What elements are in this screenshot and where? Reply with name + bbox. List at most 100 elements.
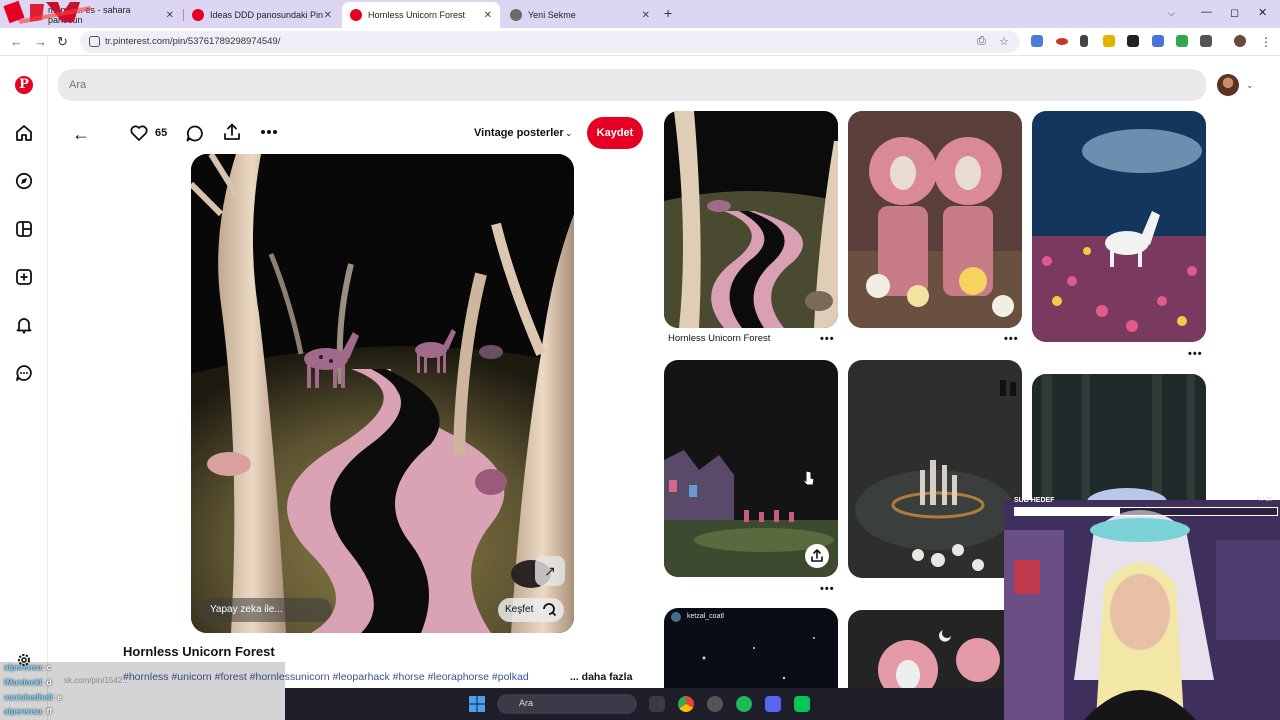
- tab-close-icon[interactable]: ✕: [484, 10, 492, 21]
- chat-message: iMurdockl: d: [4, 678, 52, 687]
- browser-tab[interactable]: Ideas DDD panosundaki Pin ✕: [184, 4, 340, 26]
- translate-extension-icon[interactable]: [1031, 35, 1043, 47]
- related-pin-image: [1032, 374, 1206, 514]
- bookmark-star-icon[interactable]: ☆: [999, 35, 1009, 48]
- board-select[interactable]: Vintage posterler: [474, 127, 564, 139]
- tab-label: Yeni Sekme: [528, 10, 576, 20]
- show-more-link[interactable]: ... daha fazla: [570, 671, 632, 683]
- task-view-icon[interactable]: [649, 696, 665, 712]
- chat-user: vanishedhell: [4, 693, 53, 702]
- search-input[interactable]: Ara: [58, 69, 1206, 101]
- forward-icon[interactable]: →: [34, 34, 47, 49]
- browser-tab[interactable]: Yeni Sekme ✕: [502, 4, 658, 26]
- extension-icon[interactable]: [1103, 35, 1115, 47]
- messages-icon[interactable]: [15, 364, 33, 382]
- ai-generated-pill[interactable]: Yapay zeka ile...: [200, 598, 332, 622]
- chat-text: : c: [41, 663, 52, 672]
- related-pin-tile[interactable]: [1032, 111, 1206, 342]
- subgoal-progress-fill: [1015, 508, 1120, 515]
- related-pin-author[interactable]: ketzal_coatl: [687, 613, 724, 620]
- app-icon[interactable]: [707, 696, 723, 712]
- save-button[interactable]: Kaydet: [587, 117, 643, 149]
- taskbar-search-input[interactable]: [497, 694, 637, 714]
- browser-menu-icon[interactable]: ⋮: [1260, 35, 1272, 49]
- related-pin-image: [1032, 111, 1206, 342]
- maximize-icon[interactable]: ◻: [1230, 6, 1239, 19]
- pinterest-sidebar: P: [0, 56, 48, 720]
- share-button[interactable]: [805, 544, 829, 568]
- heart-icon[interactable]: [130, 125, 148, 141]
- spotify-icon[interactable]: [736, 696, 752, 712]
- shield-extension-icon[interactable]: [1176, 35, 1188, 47]
- chat-message: alperensu: c: [4, 663, 51, 672]
- install-app-icon[interactable]: ⎙: [977, 35, 986, 48]
- home-icon[interactable]: [15, 124, 33, 142]
- chat-message: alperensu: ff: [4, 707, 52, 716]
- explore-icon[interactable]: [15, 172, 33, 190]
- window-close-icon[interactable]: ✕: [1258, 6, 1267, 19]
- chat-user: iMurdockl: [4, 678, 42, 687]
- subgoal-label: SUB HEDEF: [1014, 497, 1055, 504]
- ghost-url-text: sk.com/pin/1542...: [64, 676, 129, 685]
- discord-icon[interactable]: [765, 696, 781, 712]
- extension-icon[interactable]: [1127, 35, 1139, 47]
- chrome-newtab-icon: [510, 9, 522, 21]
- chevron-down-icon[interactable]: ⌄: [1246, 80, 1254, 91]
- comment-icon[interactable]: [186, 125, 204, 142]
- browser-tabstrip: meme ... es - sahara panosun ✕ Ideas DDD…: [0, 0, 1280, 28]
- avatar[interactable]: [1217, 74, 1239, 96]
- more-icon[interactable]: •••: [1188, 348, 1203, 360]
- pin-main-image[interactable]: [191, 154, 574, 633]
- pin-title: Hornless Unicorn Forest: [123, 644, 275, 659]
- chrome-icon[interactable]: [678, 696, 694, 712]
- chat-message: vanishedhell: e: [4, 693, 62, 702]
- line-icon[interactable]: [794, 696, 810, 712]
- boards-icon[interactable]: [15, 220, 33, 238]
- share-icon[interactable]: [223, 123, 241, 141]
- related-pin-image: [848, 111, 1022, 328]
- extension-icon[interactable]: [1056, 38, 1068, 45]
- related-pin-image: [848, 360, 1022, 578]
- tab-label: Ideas DDD panosundaki Pin: [210, 10, 324, 20]
- extension-icon[interactable]: [1152, 35, 1164, 47]
- back-icon[interactable]: ←: [10, 34, 23, 49]
- new-tab-button[interactable]: +: [664, 5, 672, 21]
- chat-user: alperensu: [4, 707, 42, 716]
- url-field[interactable]: tr.pinterest.com/pin/537617892989745​49/…: [80, 31, 1020, 53]
- more-icon[interactable]: •••: [820, 583, 835, 595]
- back-arrow-icon[interactable]: ←: [72, 124, 90, 145]
- browser-tab-active[interactable]: Hornless Unicorn Forest ✕: [342, 2, 500, 28]
- stream-logo-overlay: [3, 0, 92, 24]
- chat-user: alperensu: [4, 663, 42, 672]
- bell-icon[interactable]: [15, 316, 33, 334]
- mouse-cursor-icon: [803, 470, 815, 486]
- windows-start-icon[interactable]: [469, 696, 485, 712]
- chat-text: : d: [41, 678, 52, 687]
- more-icon[interactable]: [260, 129, 278, 135]
- expand-icon[interactable]: ↗: [535, 556, 565, 586]
- tab-close-icon[interactable]: ✕: [642, 10, 650, 21]
- puzzle-extensions-icon[interactable]: [1200, 35, 1212, 47]
- tab-close-icon[interactable]: ✕: [166, 10, 174, 21]
- related-pin-tile[interactable]: [848, 360, 1022, 578]
- site-info-icon[interactable]: [89, 36, 100, 47]
- tab-search-icon[interactable]: ⌵: [1168, 8, 1175, 19]
- related-pin-tile[interactable]: [664, 111, 838, 328]
- reload-icon[interactable]: ↻: [57, 34, 68, 50]
- subgoal-progress-bar: [1014, 507, 1278, 516]
- related-pin-tile[interactable]: [1032, 374, 1206, 514]
- related-pin-caption[interactable]: Hornless Unicorn Forest: [668, 333, 770, 344]
- chevron-down-icon[interactable]: ⌄: [565, 128, 573, 139]
- related-pin-tile[interactable]: [848, 111, 1022, 328]
- related-pin-image: [664, 111, 838, 328]
- chat-text: : ff: [41, 707, 53, 716]
- minimize-icon[interactable]: —: [1201, 6, 1212, 18]
- tab-close-icon[interactable]: ✕: [324, 10, 332, 21]
- extension-icon[interactable]: [1080, 35, 1088, 47]
- create-icon[interactable]: [15, 268, 33, 286]
- pinterest-icon[interactable]: P: [15, 76, 33, 94]
- more-icon[interactable]: •••: [1004, 333, 1019, 345]
- more-icon[interactable]: •••: [820, 333, 835, 345]
- lens-icon: [543, 603, 557, 617]
- profile-avatar-icon[interactable]: [1234, 35, 1246, 47]
